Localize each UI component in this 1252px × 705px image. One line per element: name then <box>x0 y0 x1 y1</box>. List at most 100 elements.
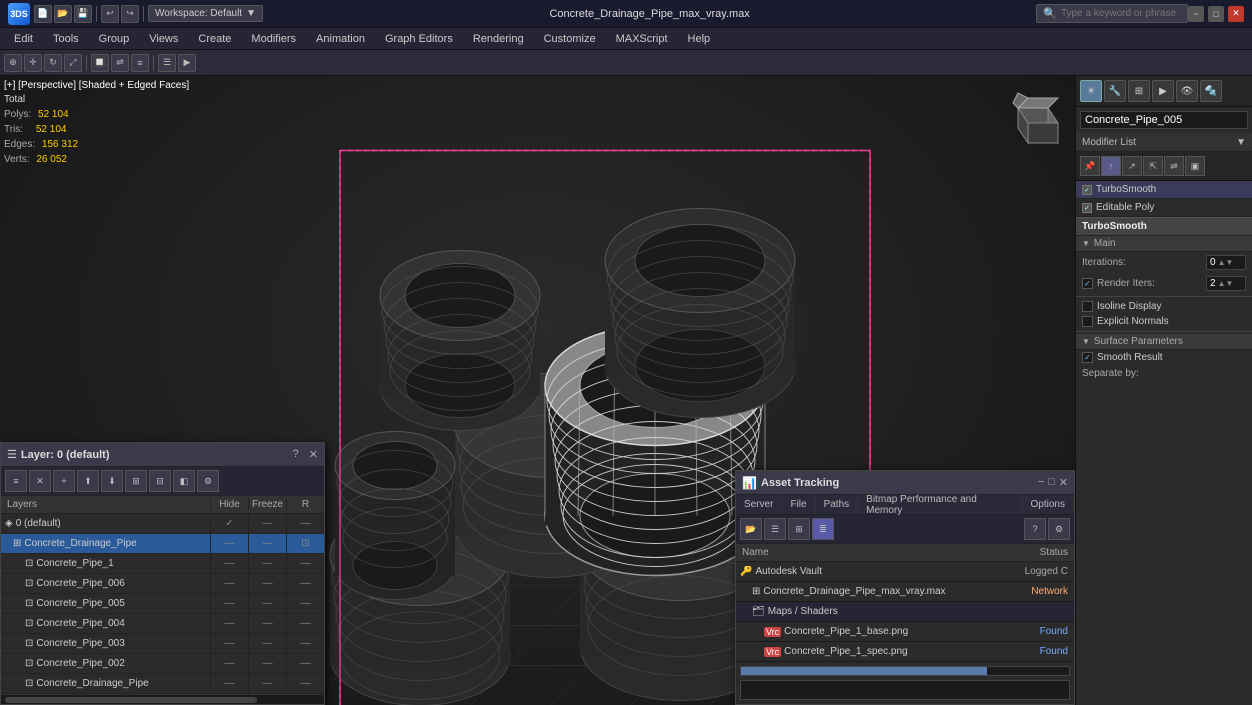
layers-filter-btn[interactable]: ≡ <box>5 470 27 492</box>
asset-tb-list[interactable]: ☰ <box>764 518 786 540</box>
asset-tb-grid[interactable]: ⊞ <box>788 518 810 540</box>
menu-animation[interactable]: Animation <box>306 28 375 49</box>
mod-pin-btn[interactable]: 📌 <box>1080 156 1100 176</box>
layers-select-btn[interactable]: ◧ <box>173 470 195 492</box>
section-main[interactable]: ▼ Main <box>1076 236 1252 252</box>
asset-menu-paths[interactable]: Paths <box>816 495 859 514</box>
smooth-result-checkbox[interactable] <box>1082 352 1093 363</box>
render-iters-checkbox[interactable] <box>1082 278 1093 289</box>
layer-freeze-col[interactable]: — <box>248 554 286 573</box>
mod-rotate-btn[interactable]: ↗ <box>1122 156 1142 176</box>
menu-modifiers[interactable]: Modifiers <box>241 28 306 49</box>
toolbar2-snap[interactable]: 🔲 <box>91 54 109 72</box>
modifier-list-arrow[interactable]: ▼ <box>1236 137 1246 148</box>
modifier-turbosmooth[interactable]: TurboSmooth <box>1076 181 1252 199</box>
undo-button[interactable]: ↩ <box>101 5 119 23</box>
search-input[interactable] <box>1061 8 1181 19</box>
layers-down-btn[interactable]: ⬇ <box>101 470 123 492</box>
search-box[interactable]: 🔍 <box>1036 4 1188 23</box>
asset-input-bar[interactable] <box>740 680 1070 700</box>
modifier-checkbox[interactable] <box>1082 185 1092 195</box>
modifier-checkbox[interactable] <box>1082 203 1092 213</box>
list-item[interactable]: 🗂Maps / Shaders <box>736 602 1074 622</box>
panel-icon-motion[interactable]: ▶ <box>1152 80 1174 102</box>
toolbar2-align[interactable]: ≡ <box>131 54 149 72</box>
menu-rendering[interactable]: Rendering <box>463 28 534 49</box>
asset-close-button[interactable]: ✕ <box>1059 476 1068 489</box>
panel-icon-hierarchy[interactable]: ⊞ <box>1128 80 1150 102</box>
menu-views[interactable]: Views <box>139 28 188 49</box>
asset-menu-bitmap[interactable]: Bitmap Performance and Memory <box>858 495 1022 514</box>
list-item[interactable]: ◈ 0 (default) ✓ — — <box>1 514 324 534</box>
panel-icon-display2[interactable]: 👁 <box>1176 80 1198 102</box>
asset-tb-details[interactable]: ≣ <box>812 518 834 540</box>
menu-graph-editors[interactable]: Graph Editors <box>375 28 463 49</box>
render-iters-input[interactable]: 2 ▲▼ <box>1206 276 1246 291</box>
layers-add-btn[interactable]: + <box>53 470 75 492</box>
asset-menu-file[interactable]: File <box>782 495 815 514</box>
asset-minimize-button[interactable]: − <box>1038 476 1044 489</box>
list-item[interactable]: ⊡Concrete_Pipe_002 — — — <box>1 654 324 674</box>
asset-tb-help[interactable]: ? <box>1024 518 1046 540</box>
mod-scale-btn[interactable]: ⇱ <box>1143 156 1163 176</box>
list-item[interactable]: Vrc Concrete_Pipe_1_spec.png Found <box>736 642 1074 662</box>
list-item[interactable]: ⊡Concrete_Drainage_Pipe — — — <box>1 674 324 694</box>
asset-tb-open[interactable]: 📂 <box>740 518 762 540</box>
list-item[interactable]: 🔑Autodesk Vault Logged C <box>736 562 1074 582</box>
layers-scrollbar[interactable] <box>1 694 324 704</box>
panel-icon-display[interactable]: ☀ <box>1080 80 1102 102</box>
menu-create[interactable]: Create <box>188 28 241 49</box>
asset-menu-server[interactable]: Server <box>736 495 782 514</box>
viewport-cube[interactable] <box>1003 88 1063 148</box>
layers-delete-btn[interactable]: ✕ <box>29 470 51 492</box>
layer-hide-col[interactable]: — <box>210 534 248 553</box>
new-button[interactable]: 📄 <box>34 5 52 23</box>
mod-select-btn[interactable]: ↑ <box>1101 156 1121 176</box>
asset-menu-options[interactable]: Options <box>1023 495 1074 514</box>
toolbar2-select[interactable]: ⊕ <box>4 54 22 72</box>
list-item[interactable]: ⊞Concrete_Drainage_Pipe_max_vray.max Net… <box>736 582 1074 602</box>
minimize-button[interactable]: − <box>1188 6 1204 22</box>
layers-collapse-btn[interactable]: ⊟ <box>149 470 171 492</box>
layers-settings-btn[interactable]: ⚙ <box>197 470 219 492</box>
mod-render-btn[interactable]: ▣ <box>1185 156 1205 176</box>
layer-hide-col[interactable]: ✓ <box>210 514 248 533</box>
menu-tools[interactable]: Tools <box>43 28 89 49</box>
menu-edit[interactable]: Edit <box>4 28 43 49</box>
workspace-dropdown[interactable]: Workspace: Default ▼ <box>148 5 263 22</box>
list-item[interactable]: ⊡ Concrete_Pipe_1 — — — <box>1 554 324 574</box>
list-item[interactable]: Vrc Concrete_Pipe_1_base.png Found <box>736 622 1074 642</box>
list-item[interactable]: ⊞ Concrete_Drainage_Pipe — — ⊡ <box>1 534 324 554</box>
menu-maxscript[interactable]: MAXScript <box>606 28 678 49</box>
list-item[interactable]: ⊡Concrete_Pipe_006 — — — <box>1 574 324 594</box>
layer-r-col[interactable]: ⊡ <box>286 534 324 553</box>
toolbar2-move[interactable]: ✛ <box>24 54 42 72</box>
layer-hide-col[interactable]: — <box>210 554 248 573</box>
viewport[interactable]: [+] [Perspective] [Shaded + Edged Faces]… <box>0 76 1075 705</box>
layer-freeze-col[interactable]: — <box>248 514 286 533</box>
layers-expand-btn[interactable]: ⊞ <box>125 470 147 492</box>
maximize-button[interactable]: □ <box>1208 6 1224 22</box>
toolbar2-render[interactable]: ▶ <box>178 54 196 72</box>
mod-mirror-btn[interactable]: ⇌ <box>1164 156 1184 176</box>
list-item[interactable]: ⊡Concrete_Pipe_005 — — — <box>1 594 324 614</box>
asset-tb-settings[interactable]: ⚙ <box>1048 518 1070 540</box>
toolbar2-rotate[interactable]: ↻ <box>44 54 62 72</box>
panel-icon-modify[interactable]: 🔧 <box>1104 80 1126 102</box>
toolbar2-scale[interactable]: ⤢ <box>64 54 82 72</box>
menu-group[interactable]: Group <box>89 28 140 49</box>
asset-maximize-button[interactable]: □ <box>1048 476 1055 489</box>
open-button[interactable]: 📂 <box>54 5 72 23</box>
menu-help[interactable]: Help <box>678 28 721 49</box>
layer-r-col[interactable]: — <box>286 554 324 573</box>
close-button[interactable]: ✕ <box>1228 6 1244 22</box>
isoline-checkbox[interactable] <box>1082 301 1093 312</box>
toolbar2-mirror[interactable]: ⇌ <box>111 54 129 72</box>
layers-close-button[interactable]: ✕ <box>309 448 318 461</box>
list-item[interactable]: ⊡Concrete_Pipe_004 — — — <box>1 614 324 634</box>
redo-button[interactable]: ↪ <box>121 5 139 23</box>
menu-customize[interactable]: Customize <box>534 28 606 49</box>
list-item[interactable]: ⊡Concrete_Pipe_003 — — — <box>1 634 324 654</box>
layers-scroll-thumb[interactable] <box>5 697 257 703</box>
toolbar2-layers[interactable]: ☰ <box>158 54 176 72</box>
